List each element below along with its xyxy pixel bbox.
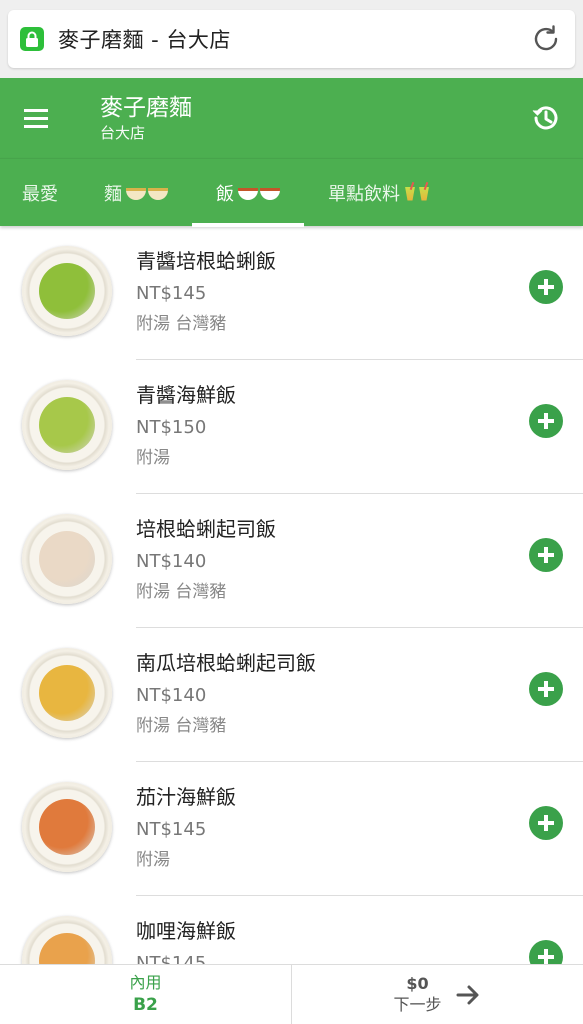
category-tabs: 最愛 麵 飯 單點飲料 xyxy=(0,158,583,227)
item-info: 青醬培根蛤蜊飯 NT$145 附湯 台灣豬 xyxy=(136,246,583,336)
item-note: 附湯 台灣豬 xyxy=(136,314,227,334)
bottom-bar: 內用 B2 $0 下一步 xyxy=(0,964,583,1024)
dish-photo xyxy=(22,514,112,604)
dish-photo xyxy=(22,648,112,738)
rice-bowl-icon xyxy=(238,187,280,200)
dine-in-label: 內用 xyxy=(129,973,162,992)
item-price: NT$140 xyxy=(136,685,207,706)
item-price: NT$145 xyxy=(136,283,207,304)
url-text[interactable]: 麥子磨麵 - 台大店 xyxy=(58,24,529,54)
plus-icon xyxy=(538,681,554,697)
plus-icon xyxy=(538,815,554,831)
noodle-bowl-icon xyxy=(126,187,168,200)
arrow-right-icon xyxy=(454,981,482,1009)
tab-noodles[interactable]: 麵 xyxy=(104,159,168,227)
item-price: NT$140 xyxy=(136,551,207,572)
page-subtitle: 台大店 xyxy=(100,124,146,142)
url-box[interactable]: 麥子磨麵 - 台大店 xyxy=(8,10,575,68)
tab-rice[interactable]: 飯 xyxy=(192,159,304,227)
item-name: 青醬海鮮飯 xyxy=(136,383,236,407)
next-step-button[interactable]: $0 下一步 xyxy=(292,965,583,1024)
dine-in-selector[interactable]: 內用 B2 xyxy=(0,965,292,1024)
plus-icon xyxy=(538,279,554,295)
add-to-cart-button[interactable] xyxy=(529,538,563,572)
plus-icon xyxy=(538,413,554,429)
browser-address-bar: 麥子磨麵 - 台大店 xyxy=(0,0,583,78)
menu-item[interactable]: 茄汁海鮮飯 NT$145 附湯 xyxy=(0,762,583,896)
total-amount: $0 xyxy=(406,974,429,993)
reload-icon[interactable] xyxy=(529,22,563,56)
tab-label: 最愛 xyxy=(22,183,58,205)
item-name: 咖哩海鮮飯 xyxy=(136,919,236,943)
add-to-cart-button[interactable] xyxy=(529,404,563,438)
item-price: NT$145 xyxy=(136,819,207,840)
item-note: 附湯 xyxy=(136,850,170,870)
dish-photo xyxy=(22,246,112,336)
next-step-label: 下一步 xyxy=(393,995,442,1014)
add-to-cart-button[interactable] xyxy=(529,270,563,304)
menu-list[interactable]: 青醬培根蛤蜊飯 NT$145 附湯 台灣豬 青醬海鮮飯 NT$150 附湯 培根… xyxy=(0,226,583,966)
add-to-cart-button[interactable] xyxy=(529,672,563,706)
next-texts: $0 下一步 xyxy=(393,974,441,1016)
app-header: 麥子磨麵 台大店 xyxy=(0,78,583,158)
app-page: 麥子磨麵 - 台大店 麥子磨麵 台大店 最愛 麵 飯 單點飲料 青醬培根蛤蜊飯 … xyxy=(0,0,583,1024)
plus-icon xyxy=(538,547,554,563)
item-info: 培根蛤蜊起司飯 NT$140 附湯 台灣豬 xyxy=(136,514,583,604)
item-name: 培根蛤蜊起司飯 xyxy=(136,517,276,541)
tab-drinks[interactable]: 單點飲料 xyxy=(328,159,430,227)
table-number: B2 xyxy=(133,995,158,1015)
item-name: 青醬培根蛤蜊飯 xyxy=(136,249,276,273)
menu-icon[interactable] xyxy=(22,106,54,130)
item-note: 附湯 xyxy=(136,448,170,468)
menu-item[interactable]: 青醬培根蛤蜊飯 NT$145 附湯 台灣豬 xyxy=(0,226,583,360)
dish-photo xyxy=(22,380,112,470)
item-name: 南瓜培根蛤蜊起司飯 xyxy=(136,651,316,675)
tab-label: 麵 xyxy=(104,183,122,205)
item-note: 附湯 台灣豬 xyxy=(136,582,227,602)
header-titles: 麥子磨麵 台大店 xyxy=(100,93,529,143)
tab-favorites[interactable]: 最愛 xyxy=(22,159,58,227)
item-name: 茄汁海鮮飯 xyxy=(136,785,236,809)
tab-label: 飯 xyxy=(216,183,234,205)
item-price: NT$150 xyxy=(136,417,207,438)
dish-photo xyxy=(22,916,112,966)
page-title: 麥子磨麵 xyxy=(100,95,192,121)
tab-label: 單點飲料 xyxy=(328,183,400,205)
history-icon[interactable] xyxy=(529,102,561,134)
lock-icon xyxy=(20,27,44,51)
menu-item[interactable]: 培根蛤蜊起司飯 NT$140 附湯 台灣豬 xyxy=(0,494,583,628)
item-info: 青醬海鮮飯 NT$150 附湯 xyxy=(136,380,583,470)
item-info: 南瓜培根蛤蜊起司飯 NT$140 附湯 台灣豬 xyxy=(136,648,583,738)
add-to-cart-button[interactable] xyxy=(529,940,563,966)
add-to-cart-button[interactable] xyxy=(529,806,563,840)
item-note: 附湯 台灣豬 xyxy=(136,716,227,736)
menu-item[interactable]: 咖哩海鮮飯 NT$145 xyxy=(0,896,583,966)
drink-icon xyxy=(404,184,430,202)
menu-item[interactable]: 南瓜培根蛤蜊起司飯 NT$140 附湯 台灣豬 xyxy=(0,628,583,762)
item-info: 茄汁海鮮飯 NT$145 附湯 xyxy=(136,782,583,872)
menu-item[interactable]: 青醬海鮮飯 NT$150 附湯 xyxy=(0,360,583,494)
item-info: 咖哩海鮮飯 NT$145 xyxy=(136,916,583,966)
dish-photo xyxy=(22,782,112,872)
